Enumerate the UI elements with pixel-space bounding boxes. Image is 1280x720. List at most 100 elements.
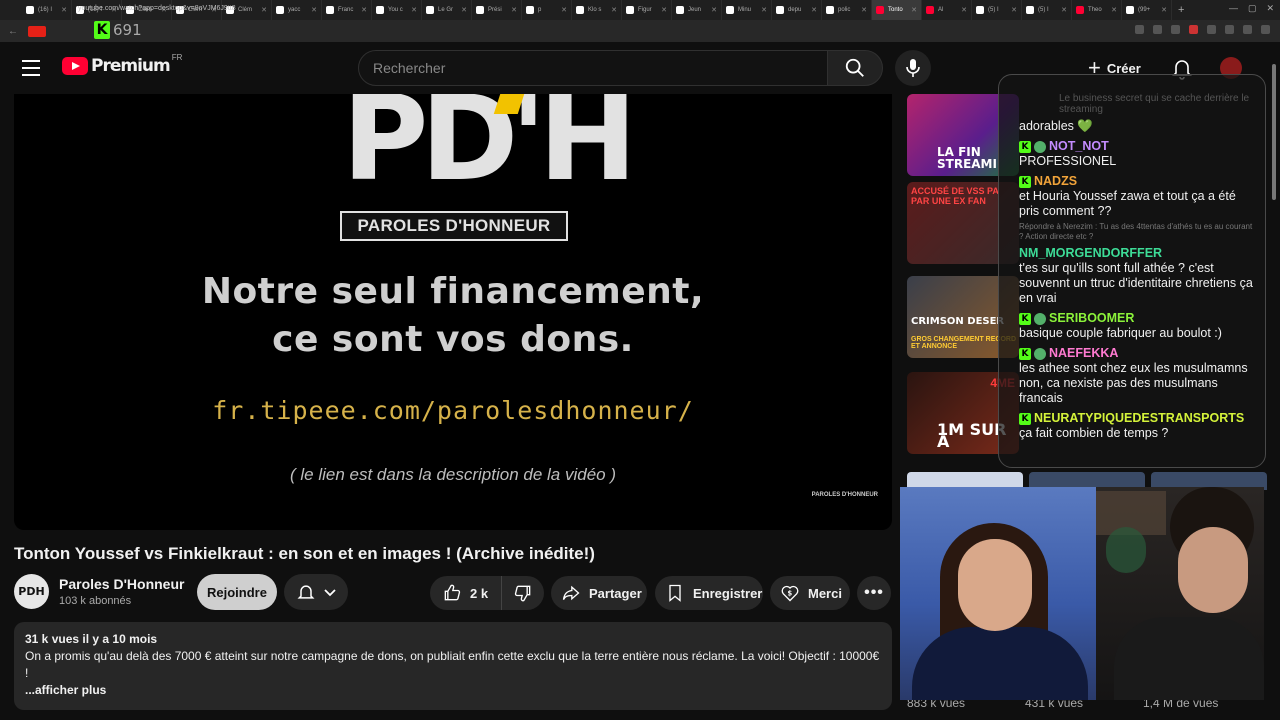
channel-name[interactable]: Paroles D'Honneur (59, 576, 184, 592)
browser-tab[interactable]: Jeun ✕ (672, 0, 722, 20)
more-actions-button[interactable]: ••• (857, 576, 891, 610)
browser-tab[interactable]: (16) I ✕ (22, 0, 72, 20)
browser-tab[interactable]: Klo s ✕ (572, 0, 622, 20)
browser-tab[interactable]: Theo ✕ (1072, 0, 1122, 20)
stream-chat-overlay: Le business secret qui se cache derrière… (998, 74, 1266, 468)
save-button[interactable]: Enregistrer (655, 576, 763, 610)
description-text: On a promis qu'au delà des 7000 € attein… (25, 649, 880, 680)
chat-username[interactable]: NEURATYPIQUEDESTRANSPORTS (1034, 411, 1244, 426)
close-tab-icon[interactable]: ✕ (661, 6, 667, 14)
browser-tab[interactable]: Al ✕ (922, 0, 972, 20)
browser-tab[interactable]: depu ✕ (772, 0, 822, 20)
promo-line-2: ce sont vos dons. (272, 319, 634, 360)
extension-icon[interactable] (1189, 25, 1198, 34)
share-button[interactable]: Partager (551, 576, 647, 610)
voice-search-button[interactable] (895, 50, 931, 86)
close-tab-icon[interactable]: ✕ (261, 6, 267, 14)
youtube-premium-logo[interactable]: Premium FR (62, 52, 183, 76)
x-favicon-icon (276, 6, 284, 14)
maximize-icon[interactable]: ▢ (1248, 3, 1257, 14)
kick-badge-icon: K (1019, 175, 1031, 188)
pdh-logo-letters: PD'H (342, 94, 637, 207)
close-tab-icon[interactable]: ✕ (711, 6, 717, 14)
search-input[interactable] (359, 51, 827, 85)
search-button[interactable] (827, 50, 883, 86)
browser-tab-label: yacc (288, 7, 301, 13)
chat-username[interactable]: NOT_NOT (1049, 139, 1109, 154)
extension-icon[interactable] (1207, 25, 1216, 34)
menu-icon[interactable] (22, 60, 40, 76)
extension-icon[interactable] (1153, 25, 1162, 34)
kick-badge-icon: K (1019, 140, 1031, 153)
chat-message-text: les athee sont chez eux les musulmamns n… (1019, 361, 1248, 405)
channel-watermark[interactable]: PAROLES D'HONNEUR (812, 492, 878, 498)
browser-tab[interactable]: Le Gr ✕ (422, 0, 472, 20)
extension-icon[interactable] (1261, 25, 1270, 34)
chat-username[interactable]: SERIBOOMER (1049, 311, 1134, 326)
page-scrollbar[interactable] (1272, 64, 1276, 200)
close-tab-icon[interactable]: ✕ (811, 6, 817, 14)
close-tab-icon[interactable]: ✕ (1011, 6, 1017, 14)
browser-tab-label: You c (388, 7, 403, 13)
close-tab-icon[interactable]: ✕ (911, 6, 917, 14)
minimize-icon[interactable]: — (1229, 3, 1238, 14)
extension-icon[interactable] (1225, 25, 1234, 34)
browser-tab[interactable]: yacc ✕ (272, 0, 322, 20)
url-field[interactable]: youtube.com/watch?app=desktop&v=8oVJM6J9… (78, 5, 236, 12)
close-icon[interactable]: ✕ (1266, 3, 1274, 14)
browser-tab[interactable]: Minu ✕ (722, 0, 772, 20)
extension-icon[interactable] (1135, 25, 1144, 34)
dislike-button[interactable] (502, 576, 544, 610)
like-button[interactable]: 2 k (430, 576, 502, 610)
extension-icon[interactable] (1243, 25, 1252, 34)
close-tab-icon[interactable]: ✕ (1111, 6, 1117, 14)
browser-tab[interactable]: Prési ✕ (472, 0, 522, 20)
close-tab-icon[interactable]: ✕ (861, 6, 867, 14)
browser-tab[interactable]: Figur ✕ (622, 0, 672, 20)
x-favicon-icon (426, 6, 434, 14)
show-more-link[interactable]: ...afficher plus (25, 682, 881, 699)
close-tab-icon[interactable]: ✕ (511, 6, 517, 14)
back-icon[interactable]: ← (8, 26, 18, 37)
chat-message-text: t'es sur qu'ills sont full athée ? c'est… (1019, 261, 1253, 305)
streamer-2-face (1178, 527, 1248, 613)
chat-messages: adorables 💚 K NOT_NOT PROFESSIONEL K NADZS et … (1019, 119, 1253, 441)
channel-avatar[interactable]: PDH (14, 574, 49, 609)
browser-tab[interactable]: (5) I ✕ (1022, 0, 1072, 20)
close-tab-icon[interactable]: ✕ (411, 6, 417, 14)
join-button[interactable]: Rejoindre (197, 574, 277, 610)
channel-row: PDH Paroles D'Honneur 103 k abonnés Rejo… (14, 572, 894, 612)
close-tab-icon[interactable]: ✕ (1161, 6, 1167, 14)
close-tab-icon[interactable]: ✕ (61, 6, 67, 14)
chat-message: K NOT_NOT PROFESSIONEL (1019, 139, 1253, 169)
close-tab-icon[interactable]: ✕ (961, 6, 967, 14)
browser-tab-label: Al (938, 7, 944, 13)
thanks-button[interactable]: $ Merci (770, 576, 850, 610)
chat-username[interactable]: NAEFEKKA (1049, 346, 1118, 361)
browser-tab[interactable]: (5) I ✕ (972, 0, 1022, 20)
browser-tab[interactable]: Franc ✕ (322, 0, 372, 20)
video-player[interactable]: PD'H PAROLES D'HONNEUR Notre seul financ… (14, 94, 892, 530)
close-tab-icon[interactable]: ✕ (561, 6, 567, 14)
browser-tab[interactable]: You c ✕ (372, 0, 422, 20)
close-tab-icon[interactable]: ✕ (611, 6, 617, 14)
close-tab-icon[interactable]: ✕ (761, 6, 767, 14)
subscription-bell-button[interactable] (284, 574, 348, 610)
chat-username[interactable]: NM_MORGENDORFFER (1019, 246, 1162, 261)
description-box[interactable]: 31 k vues il y a 10 mois On a promis qu'… (14, 622, 892, 710)
browser-tab[interactable]: polic ✕ (822, 0, 872, 20)
close-tab-icon[interactable]: ✕ (311, 6, 317, 14)
new-tab-icon[interactable]: + (1172, 4, 1190, 16)
close-tab-icon[interactable]: ✕ (361, 6, 367, 14)
country-code: FR (171, 52, 183, 62)
close-tab-icon[interactable]: ✕ (461, 6, 467, 14)
thumbnail-caption: CRIMSON DESER (911, 316, 1005, 327)
close-tab-icon[interactable]: ✕ (1061, 6, 1067, 14)
chat-message-text: et Houria Youssef zawa et tout ça a été … (1019, 189, 1236, 218)
chat-username[interactable]: NADZS (1034, 174, 1077, 189)
streamer-2-body (1114, 617, 1264, 700)
browser-tab[interactable]: p ✕ (522, 0, 572, 20)
browser-tab[interactable]: Tonto ✕ (872, 0, 922, 20)
extension-icon[interactable] (1171, 25, 1180, 34)
browser-tab[interactable]: (99+ ✕ (1122, 0, 1172, 20)
